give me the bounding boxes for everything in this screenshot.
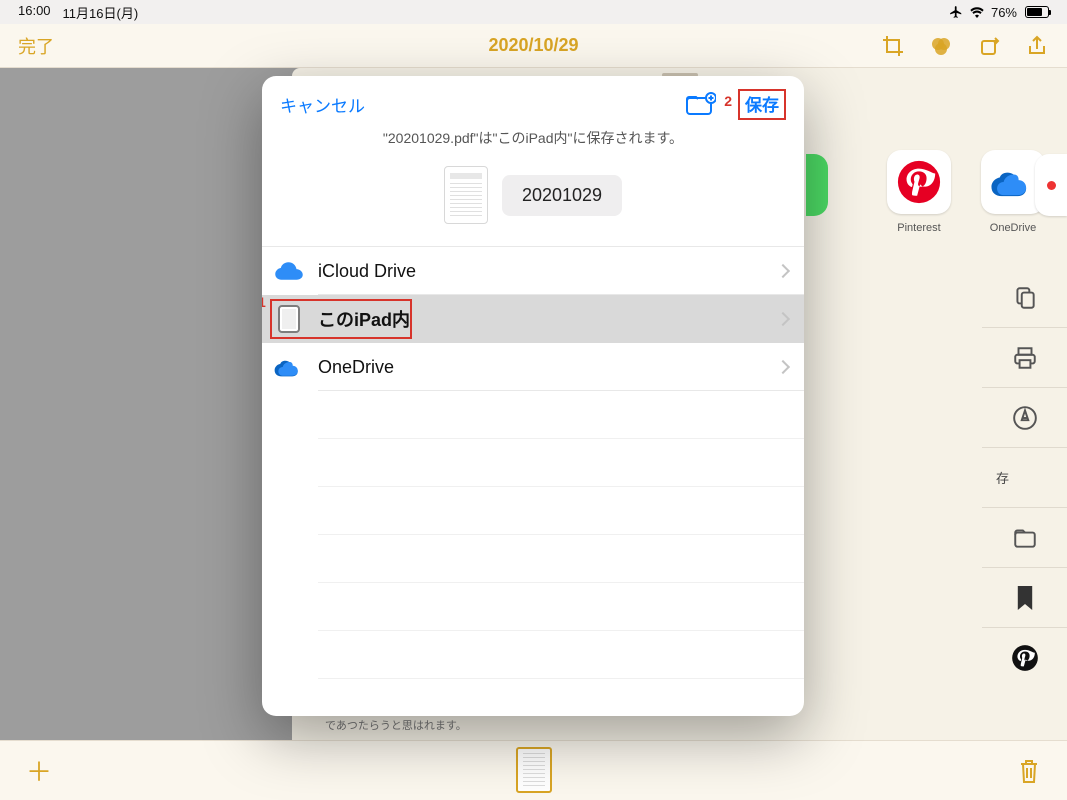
action-copy[interactable] (982, 268, 1067, 328)
chevron-right-icon (776, 264, 790, 278)
airplane-icon (949, 5, 963, 19)
share-app-label: Pinterest (897, 222, 940, 234)
list-placeholder-row (318, 631, 804, 679)
action-pinterest[interactable] (982, 628, 1067, 688)
save-button[interactable]: 保存 (738, 89, 786, 120)
battery-percent: 76% (991, 5, 1017, 20)
action-save-to-files[interactable]: 存 (982, 448, 1067, 508)
list-placeholder-row (318, 535, 804, 583)
share-app-label: OneDrive (990, 222, 1036, 234)
page-thumbnail[interactable] (516, 747, 552, 793)
annotation-number-2: 2 (724, 93, 732, 109)
location-on-my-ipad[interactable]: 1 このiPad内 (262, 295, 804, 343)
list-placeholder-row (318, 487, 804, 535)
location-label: このiPad内 (318, 306, 410, 332)
chevron-right-icon (776, 360, 790, 374)
action-bookmark[interactable] (982, 568, 1067, 628)
done-button[interactable]: 完了 (18, 33, 54, 59)
share-app-row: Pinterest OneDrive (887, 150, 1045, 234)
status-time: 16:00 (18, 3, 51, 22)
save-to-files-dialog: キャンセル 2 保存 "20201029.pdf"は"このiPad内"に保存され… (262, 76, 804, 716)
file-preview-row: 20201029 (444, 166, 622, 224)
share-icon[interactable] (1025, 34, 1049, 58)
action-save-to-files-icon[interactable] (982, 508, 1067, 568)
status-date: 11月16日(月) (63, 3, 139, 22)
share-app-partial-left[interactable] (806, 154, 828, 216)
status-bar: 16:00 11月16日(月) 76% (0, 0, 1067, 24)
dialog-header: キャンセル 2 保存 (262, 76, 804, 132)
new-folder-button[interactable] (686, 92, 716, 116)
action-save-label-fragment: 存 (996, 468, 1009, 487)
pinterest-icon (887, 150, 951, 214)
rotate-icon[interactable] (977, 34, 1001, 58)
crop-icon[interactable] (881, 34, 905, 58)
filename-input[interactable]: 20201029 (502, 175, 622, 216)
share-actions-column: 存 (982, 268, 1067, 688)
filters-icon[interactable] (929, 34, 953, 58)
location-label: iCloud Drive (318, 261, 416, 282)
dialog-message: "20201029.pdf"は"このiPad内"に保存されます。 (262, 128, 804, 148)
editor-toolbar: 完了 2020/10/29 (0, 24, 1067, 68)
action-print[interactable] (982, 328, 1067, 388)
wifi-icon (969, 6, 985, 18)
share-app-partial-right[interactable] (1035, 154, 1067, 216)
ipad-icon (274, 304, 304, 334)
battery-icon (1025, 6, 1049, 18)
location-onedrive[interactable]: OneDrive (262, 343, 804, 391)
bottom-toolbar: ＋ (0, 740, 1067, 800)
onedrive-icon (274, 352, 304, 382)
annotation-number-1: 1 (262, 294, 266, 310)
add-page-button[interactable]: ＋ (26, 752, 52, 789)
location-list: iCloud Drive 1 このiPad内 OneDrive (262, 246, 804, 679)
icloud-icon (274, 256, 304, 286)
chevron-right-icon (776, 312, 790, 326)
location-icloud-drive[interactable]: iCloud Drive (262, 247, 804, 295)
trash-button[interactable] (1017, 757, 1041, 785)
share-app-pinterest[interactable]: Pinterest (887, 150, 951, 234)
list-placeholder-row (318, 391, 804, 439)
list-placeholder-row (318, 439, 804, 487)
cancel-button[interactable]: キャンセル (280, 92, 365, 117)
action-markup[interactable] (982, 388, 1067, 448)
document-thumbnail (444, 166, 488, 224)
list-placeholder-row (318, 583, 804, 631)
location-label: OneDrive (318, 357, 394, 378)
page-title: 2020/10/29 (488, 35, 578, 56)
